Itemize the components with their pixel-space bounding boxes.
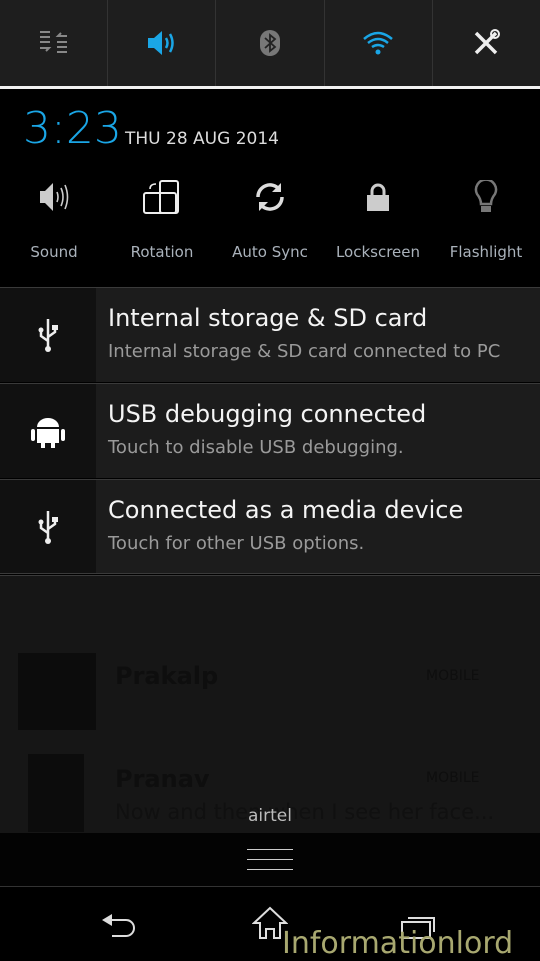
- bulb-icon: [474, 180, 498, 212]
- quick-flashlight[interactable]: Flashlight: [432, 167, 540, 287]
- toggle-sound[interactable]: [108, 0, 217, 86]
- toggle-quick-settings[interactable]: [0, 0, 109, 86]
- notification-storage[interactable]: Internal storage & SD card Internal stor…: [0, 287, 540, 382]
- contact-photo: [18, 653, 96, 730]
- notification-header: 3:23 THU 28 AUG 2014: [0, 89, 540, 167]
- notification-media-device[interactable]: Connected as a media device Touch for ot…: [0, 479, 540, 574]
- drawer-handle[interactable]: [0, 833, 540, 887]
- contact-type: MOBILE: [426, 770, 480, 786]
- settings-tools-icon: [475, 29, 501, 55]
- back-icon[interactable]: [100, 912, 138, 940]
- speaker-icon: [40, 183, 69, 211]
- contact-name: Prakalp: [115, 662, 219, 690]
- quick-settings-row: Sound Rotation Auto Sync Lockscreen Flas…: [0, 167, 540, 287]
- quick-toggle-bar: [0, 0, 540, 86]
- watermark: Informationlord: [282, 926, 514, 961]
- clock: 3:23: [23, 103, 122, 154]
- settings-button[interactable]: [433, 0, 540, 86]
- lock-icon: [367, 183, 389, 211]
- wifi-icon: [363, 31, 394, 55]
- quick-sound[interactable]: Sound: [0, 167, 108, 287]
- background-contacts-list: Prakalp MOBILE Pranav MOBILE Now and the…: [0, 575, 540, 833]
- date[interactable]: THU 28 AUG 2014: [125, 129, 279, 149]
- contact-type: MOBILE: [426, 668, 480, 684]
- toggle-wifi[interactable]: [325, 0, 433, 86]
- quick-settings-list-icon: [39, 31, 67, 53]
- rotation-icon: [143, 180, 179, 214]
- quick-auto-sync[interactable]: Auto Sync: [216, 167, 324, 287]
- contact-name: Pranav: [115, 765, 210, 793]
- notification-usb-debugging[interactable]: USB debugging connected Touch to disable…: [0, 383, 540, 478]
- quick-lockscreen[interactable]: Lockscreen: [324, 167, 432, 287]
- sound-icon: [147, 31, 174, 55]
- usb-icon: [38, 510, 58, 544]
- carrier-label: airtel: [248, 806, 292, 826]
- bluetooth-icon: [260, 30, 280, 56]
- quick-rotation[interactable]: Rotation: [108, 167, 216, 287]
- toggle-bluetooth[interactable]: [216, 0, 325, 86]
- sync-icon: [256, 183, 284, 211]
- android-icon: [31, 418, 65, 448]
- usb-icon: [38, 319, 58, 352]
